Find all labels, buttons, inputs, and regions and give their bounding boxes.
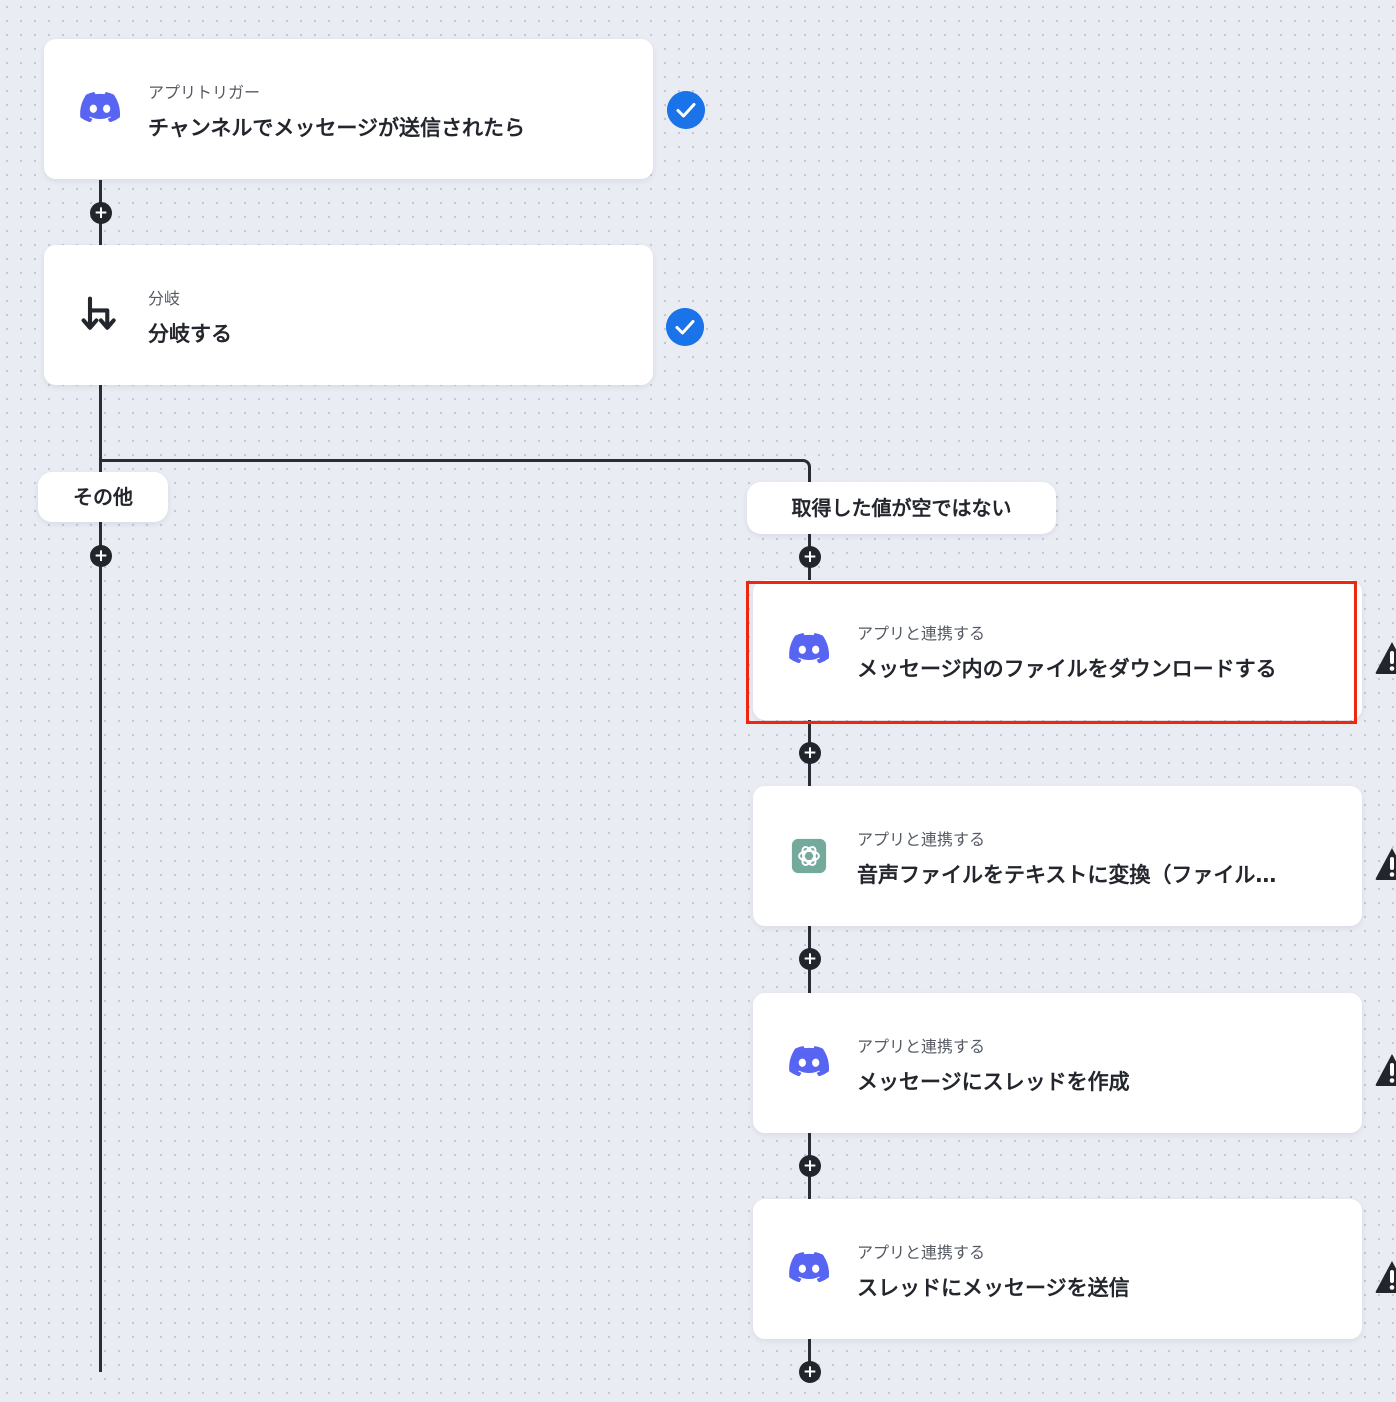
discord-icon xyxy=(80,92,120,122)
step-card-download-file[interactable]: アプリと連携する メッセージ内のファイルをダウンロードする xyxy=(753,580,1362,720)
branch-label-other[interactable]: その他 xyxy=(38,472,168,522)
add-step-button[interactable]: + xyxy=(799,742,821,764)
connector-branch-horizontal xyxy=(99,459,799,462)
warning-icon xyxy=(1375,642,1396,674)
check-icon xyxy=(666,308,704,346)
step-subtitle: アプリと連携する xyxy=(857,624,986,643)
check-icon xyxy=(667,91,705,129)
add-step-button[interactable]: + xyxy=(90,202,112,224)
step-card-branch[interactable]: 分岐 分岐する xyxy=(44,245,653,385)
warning-icon xyxy=(1375,848,1396,880)
warning-icon xyxy=(1375,1261,1396,1293)
step-subtitle: アプリと連携する xyxy=(857,1037,986,1056)
step-title: チャンネルでメッセージが送信されたら xyxy=(148,116,525,140)
step-title: 音声ファイルをテキストに変換（ファイル添... xyxy=(857,863,1297,887)
discord-icon xyxy=(789,1252,829,1282)
step-subtitle: 分岐 xyxy=(148,289,181,308)
add-step-button[interactable]: + xyxy=(799,1361,821,1383)
discord-icon xyxy=(789,1046,829,1076)
step-card-create-thread[interactable]: アプリと連携する メッセージにスレッドを作成 xyxy=(753,993,1362,1133)
step-card-trigger[interactable]: アプリトリガー チャンネルでメッセージが送信されたら xyxy=(44,39,653,179)
branch-label-not-empty[interactable]: 取得した値が空ではない xyxy=(747,482,1056,534)
step-title: メッセージにスレッドを作成 xyxy=(857,1070,1130,1094)
step-subtitle: アプリと連携する xyxy=(857,1243,986,1262)
step-subtitle: アプリトリガー xyxy=(148,83,261,102)
warning-icon xyxy=(1375,1054,1396,1086)
add-step-button[interactable]: + xyxy=(799,948,821,970)
add-step-button[interactable]: + xyxy=(799,1155,821,1177)
step-subtitle: アプリと連携する xyxy=(857,830,986,849)
add-step-button[interactable]: + xyxy=(90,545,112,567)
step-title: スレッドにメッセージを送信 xyxy=(857,1276,1130,1300)
step-title: メッセージ内のファイルをダウンロードする xyxy=(857,657,1277,681)
add-step-button[interactable]: + xyxy=(799,546,821,568)
branch-icon xyxy=(78,295,122,335)
discord-icon xyxy=(789,633,829,663)
step-card-send-thread-message[interactable]: アプリと連携する スレッドにメッセージを送信 xyxy=(753,1199,1362,1339)
step-title: 分岐する xyxy=(148,322,232,346)
step-card-transcribe-audio[interactable]: アプリと連携する 音声ファイルをテキストに変換（ファイル添... xyxy=(753,786,1362,926)
chatgpt-icon xyxy=(791,838,827,874)
